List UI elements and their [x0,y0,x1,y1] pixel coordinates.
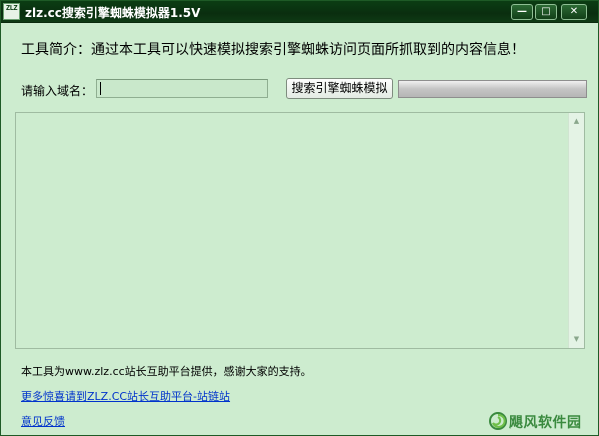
domain-input[interactable] [96,79,268,98]
provider-text: 本工具为www.zlz.cc站长互助平台提供，感谢大家的支持。 [21,365,312,378]
scroll-down-arrow-icon[interactable]: ▼ [572,335,581,344]
title-bar[interactable]: ZLZ zlz.cc搜索引擎蜘蛛模拟器1.5V — □ ✕ [1,1,598,23]
close-button[interactable]: ✕ [561,4,587,20]
vertical-scrollbar[interactable]: ▲ ▼ [568,113,584,348]
window-title: zlz.cc搜索引擎蜘蛛模拟器1.5V [25,6,201,20]
more-surprises-link[interactable]: 更多惊喜请到ZLZ.CC站长互助平台-站链站 [21,388,230,404]
app-logo-icon: ZLZ [3,3,20,20]
result-output-area[interactable]: ▲ ▼ [15,112,585,349]
minimize-button[interactable]: — [511,4,533,20]
watermark: 飓风软件园 [489,409,597,433]
feedback-link[interactable]: 意见反馈 [21,413,65,429]
app-window: ZLZ zlz.cc搜索引擎蜘蛛模拟器1.5V — □ ✕ 工具简介：通过本工具… [0,0,599,436]
swirl-logo-icon [489,412,507,430]
watermark-text: 飓风软件园 [509,415,582,431]
simulate-spider-button[interactable]: 搜索引擎蜘蛛模拟 [286,78,393,99]
text-caret [100,82,101,95]
tool-intro-text: 工具简介：通过本工具可以快速模拟搜索引擎蜘蛛访问页面所抓取到的内容信息！ [21,42,525,58]
scroll-up-arrow-icon[interactable]: ▲ [572,117,581,126]
progress-bar [398,80,587,98]
domain-label: 请输入域名： [21,84,94,98]
maximize-button[interactable]: □ [535,4,557,20]
